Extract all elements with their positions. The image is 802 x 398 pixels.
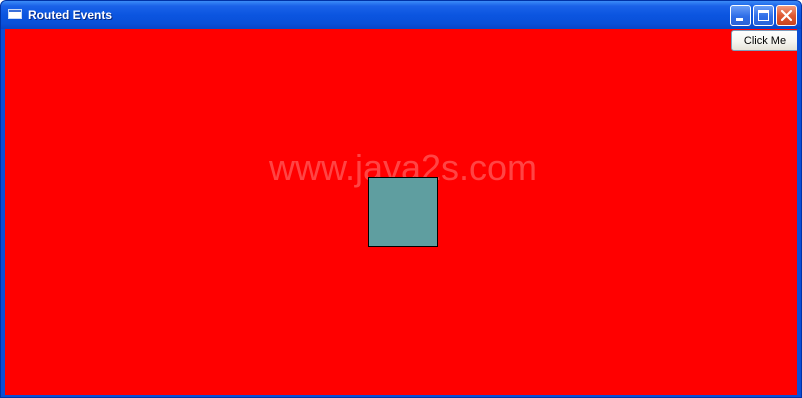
client-area[interactable]: www.java2s.com Click Me	[5, 29, 797, 395]
teal-square	[368, 177, 438, 247]
minimize-button[interactable]	[730, 5, 751, 26]
title-bar[interactable]: Routed Events	[1, 1, 801, 29]
window-icon	[8, 9, 22, 19]
click-me-button[interactable]: Click Me	[731, 30, 797, 51]
maximize-button[interactable]	[753, 5, 774, 26]
app-window: Routed Events www.java2s.com Click Me	[0, 0, 802, 398]
maximize-icon	[758, 10, 769, 21]
window-title: Routed Events	[28, 8, 113, 22]
close-button[interactable]	[776, 5, 797, 26]
close-icon	[780, 9, 793, 22]
minimize-icon	[736, 18, 743, 21]
